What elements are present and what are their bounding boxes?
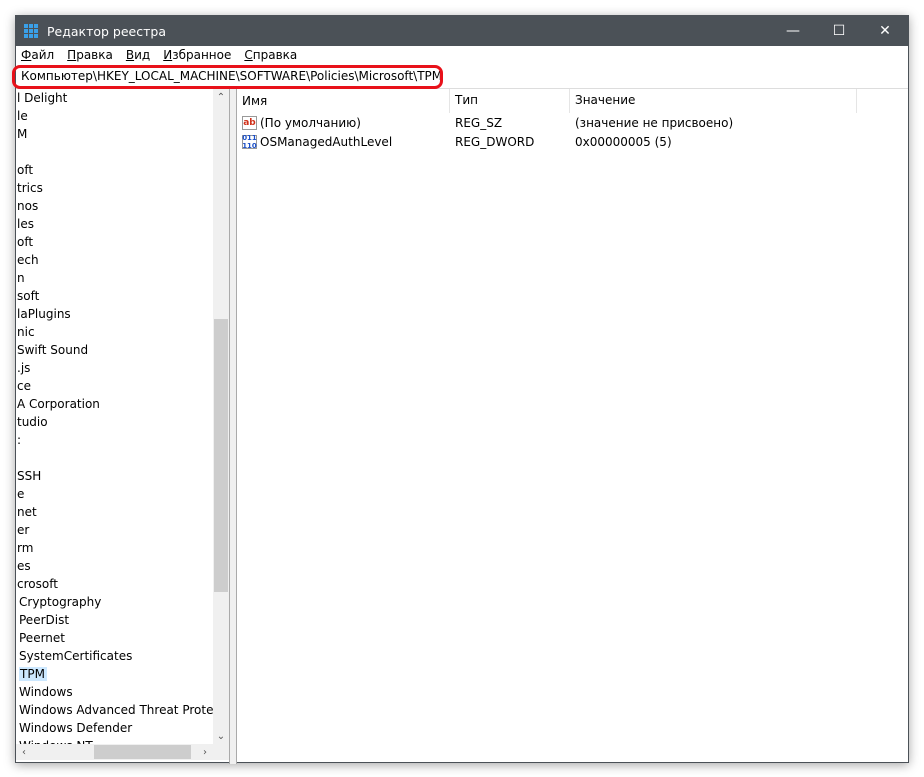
- tree-item[interactable]: soft: [16, 287, 229, 305]
- tree-item[interactable]: .js: [16, 359, 229, 377]
- tree-item-label: Peernet: [19, 631, 65, 645]
- tree-item[interactable]: nos: [16, 197, 229, 215]
- tree-item[interactable]: nic: [16, 323, 229, 341]
- tree-item-peernet[interactable]: Peernet: [16, 629, 229, 647]
- tree-item-windows[interactable]: Windows: [16, 683, 229, 701]
- tree-item-label: TPM: [19, 667, 47, 681]
- key-tree[interactable]: l Delight le Moft trics nos les oft ech n soft laP…: [16, 89, 229, 744]
- tree-item-label: Windows: [19, 685, 73, 699]
- tree-item-peerdist[interactable]: PeerDist: [16, 611, 229, 629]
- value-row[interactable]: 011 110 OSManagedAuthLevel REG_DWORD 0x000…: [237, 132, 908, 151]
- tree-item[interactable]: oft: [16, 233, 229, 251]
- tree-item[interactable]: les: [16, 215, 229, 233]
- tree-item-systemcertificates[interactable]: SystemCertificates: [16, 647, 229, 665]
- pane-splitter[interactable]: [229, 89, 237, 764]
- tree-item[interactable]: tudio: [16, 413, 229, 431]
- menu-favorites[interactable]: Избранное: [163, 48, 231, 62]
- tree-item[interactable]: [16, 143, 229, 161]
- address-bar[interactable]: Компьютер\HKEY_LOCAL_MACHINE\SOFTWARE\Po…: [12, 64, 908, 89]
- tree-item[interactable]: er: [16, 521, 229, 539]
- menu-help[interactable]: Справка: [244, 48, 297, 62]
- tree-item-label: Windows Defender: [19, 721, 133, 735]
- tree-item[interactable]: ech: [16, 251, 229, 269]
- close-button[interactable]: ✕: [862, 16, 908, 46]
- tree-item[interactable]: trics: [16, 179, 229, 197]
- maximize-button[interactable]: ☐: [816, 16, 862, 46]
- tree-item-tpm[interactable]: TPM: [16, 665, 229, 683]
- tree-item[interactable]: Swift Sound: [16, 341, 229, 359]
- value-data: 0x00000005 (5): [575, 134, 672, 149]
- value-type: REG_SZ: [455, 115, 503, 130]
- tree-item[interactable]: le: [16, 107, 229, 125]
- tree-item[interactable]: l Delight: [16, 89, 229, 107]
- tree-item[interactable]: SSH: [16, 467, 229, 485]
- tree-item[interactable]: laPlugins: [16, 305, 229, 323]
- value-name: (По умолчанию): [260, 115, 361, 130]
- registry-app-icon: [24, 24, 38, 38]
- tree-item[interactable]: crosoft: [16, 575, 229, 593]
- tree-item-windows-nt[interactable]: Windows NT: [16, 737, 229, 744]
- tree-item[interactable]: A Corporation: [16, 395, 229, 413]
- tree-item-label: PeerDist: [19, 613, 70, 627]
- value-type: REG_DWORD: [455, 134, 535, 149]
- scroll-down-icon[interactable]: ⌄: [213, 728, 229, 744]
- tree-horizontal-scrollbar[interactable]: ‹ ›: [16, 744, 213, 760]
- scrollbar-corner: [213, 744, 229, 760]
- menu-file[interactable]: Файл: [21, 48, 54, 62]
- column-type[interactable]: Тип: [450, 89, 570, 113]
- tree-item-label: Windows Advanced Threat Protectio: [19, 703, 229, 717]
- scroll-right-icon[interactable]: ›: [197, 744, 213, 760]
- menu-view[interactable]: Вид: [126, 48, 150, 62]
- binary-value-icon: 011 110: [242, 133, 257, 150]
- tree-item-windows-advanced-threat-protectio[interactable]: Windows Advanced Threat Protectio: [16, 701, 229, 719]
- value-data: (значение не присвоено): [575, 115, 734, 130]
- tree-item[interactable]: es: [16, 557, 229, 575]
- value-name: OSManagedAuthLevel: [260, 134, 393, 149]
- window-title: Редактор реестра: [47, 23, 166, 39]
- column-name[interactable]: Имя: [237, 89, 450, 113]
- tree-item[interactable]: ce: [16, 377, 229, 395]
- registry-editor-window: Редактор реестра — ☐ ✕ Файл Правка Вид И…: [12, 15, 909, 764]
- tree-item-windows-defender[interactable]: Windows Defender: [16, 719, 229, 737]
- tree-item[interactable]: [16, 449, 229, 467]
- scroll-up-icon[interactable]: ⌃: [213, 89, 229, 105]
- scroll-thumb[interactable]: [94, 745, 191, 759]
- tree-item[interactable]: n: [16, 269, 229, 287]
- tree-item[interactable]: M: [16, 125, 229, 143]
- tree-item[interactable]: e: [16, 485, 229, 503]
- string-value-icon: ab: [242, 115, 257, 130]
- scroll-left-icon[interactable]: ‹: [16, 744, 32, 760]
- scroll-thumb[interactable]: [214, 319, 228, 592]
- tree-item[interactable]: oft: [16, 161, 229, 179]
- tree-item-cryptography[interactable]: Cryptography: [16, 593, 229, 611]
- value-row[interactable]: ab (По умолчанию) REG_SZ (значение не при…: [237, 113, 908, 132]
- tree-item[interactable]: rm: [16, 539, 229, 557]
- menu-edit[interactable]: Правка: [67, 48, 113, 62]
- values-list: Имя Тип Значение ab (По умолчанию) REG_SZ…: [237, 89, 908, 762]
- tree-item[interactable]: :: [16, 431, 229, 449]
- title-bar: Редактор реестра — ☐ ✕: [16, 16, 908, 46]
- tree-item[interactable]: net: [16, 503, 229, 521]
- column-value[interactable]: Значение: [570, 89, 857, 113]
- menu-bar: Файл Правка Вид Избранное Справка: [16, 46, 908, 64]
- tree-item-label: SystemCertificates: [19, 649, 133, 663]
- tree-vertical-scrollbar[interactable]: ⌃ ⌄: [213, 89, 229, 744]
- tree-item-label: Cryptography: [19, 595, 102, 609]
- highlight-outline: [12, 65, 443, 89]
- minimize-button[interactable]: —: [770, 16, 816, 46]
